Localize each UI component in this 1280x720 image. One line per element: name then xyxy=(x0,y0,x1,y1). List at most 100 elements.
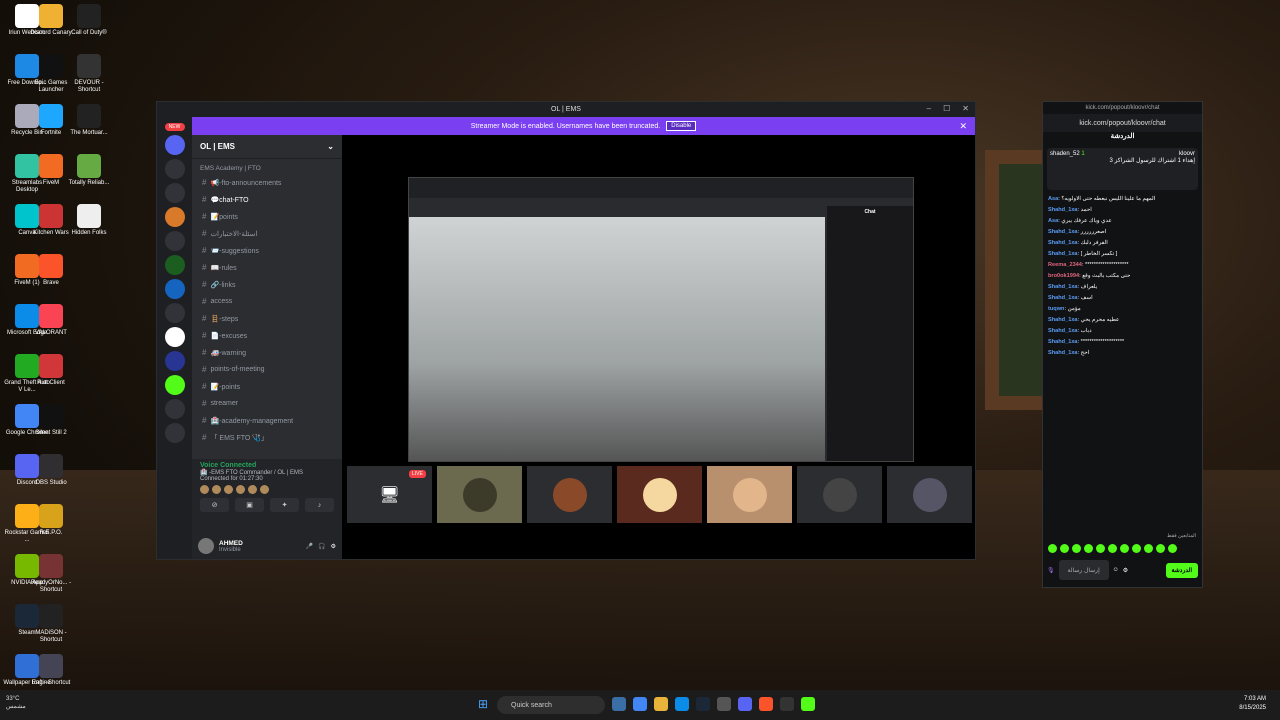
desktop-shortcut[interactable]: The Mortuar... xyxy=(64,104,114,156)
channel-item[interactable]: # streamer xyxy=(192,395,342,412)
server-icon[interactable] xyxy=(164,255,185,275)
chat-username[interactable]: Shahd_1xa xyxy=(1048,207,1078,213)
channel-item[interactable]: # 💬chat-FTO xyxy=(192,191,342,208)
server-icon[interactable] xyxy=(164,207,185,227)
channel-item[interactable]: # 📢-fto-announcements xyxy=(192,174,342,191)
desktop-shortcut[interactable]: Call of Duty® xyxy=(64,4,114,56)
chat-message[interactable]: Shahd_1xa: اصعرررررر xyxy=(1048,227,1197,238)
server-icon[interactable] xyxy=(164,183,185,203)
channel-item[interactable]: # 「 EMS FTO 🩺」 xyxy=(192,429,342,446)
chat-username[interactable]: Shahd_1xa xyxy=(1048,229,1078,235)
channel-item[interactable]: # اسئلة-الاختبارات xyxy=(192,225,342,242)
channel-category[interactable]: EMS Academy | FTO xyxy=(192,159,342,174)
chat-message[interactable]: Shahd_1xa: احمد xyxy=(1048,205,1197,216)
emote-icon[interactable] xyxy=(1060,544,1069,553)
desktop-shortcut[interactable]: Silent Still 2 xyxy=(26,404,76,456)
server-icon[interactable] xyxy=(164,135,185,155)
avatar[interactable] xyxy=(198,538,214,554)
chat-username[interactable]: Asa xyxy=(1048,196,1058,202)
chat-username[interactable]: Shahd_1xa xyxy=(1048,317,1078,323)
desktop-shortcut[interactable]: R.E.P.O. xyxy=(26,504,76,556)
task-view-icon[interactable] xyxy=(612,697,626,711)
clock[interactable]: 7:03 AM 8/15/2025 xyxy=(1239,695,1266,713)
channel-item[interactable]: # 🏥-academy-management xyxy=(192,412,342,429)
chat-message[interactable]: Asa: عدي وياك عرفك يبري xyxy=(1048,216,1197,227)
chat-username[interactable]: Shahd_1xa xyxy=(1048,240,1078,246)
voice-status[interactable]: Voice Connected xyxy=(200,462,334,469)
chat-username[interactable]: Shahd_1xa xyxy=(1048,350,1078,356)
desktop-shortcut[interactable]: Riot Client xyxy=(26,354,76,406)
settings-icon[interactable] xyxy=(717,697,731,711)
participant-tile[interactable] xyxy=(797,466,882,523)
weather-widget[interactable]: 33°C مشمس xyxy=(6,695,26,711)
desktop-shortcut[interactable]: MADiSON - Shortcut xyxy=(26,604,76,656)
chat-message[interactable]: Shahd_1xa: اسف xyxy=(1048,293,1197,304)
maximize-icon[interactable]: ☐ xyxy=(943,104,950,113)
chat-username[interactable]: Reema_2344 xyxy=(1048,262,1082,268)
chat-send-button[interactable]: الدردشة xyxy=(1165,562,1198,578)
activity-icon[interactable]: ✦ xyxy=(270,498,299,512)
chat-username[interactable]: bro0ok1994 xyxy=(1048,273,1079,279)
emote-icon[interactable] xyxy=(1120,544,1129,553)
desktop-shortcut[interactable]: DEVOUR - Shortcut xyxy=(64,54,114,106)
brave-icon[interactable] xyxy=(759,697,773,711)
emote-icon[interactable] xyxy=(1048,544,1057,553)
screen-share-view[interactable]: Chat xyxy=(408,177,914,462)
server-icon[interactable] xyxy=(164,279,185,299)
settings-icon[interactable]: ⚙ xyxy=(1123,567,1128,574)
server-header[interactable]: OL | EMS ⌄ xyxy=(192,135,342,159)
channel-item[interactable]: # points-of-meeting xyxy=(192,361,342,378)
chat-username[interactable]: tuqwn xyxy=(1048,306,1064,312)
chat-username[interactable]: Shahd_1xa xyxy=(1048,251,1078,257)
server-icon[interactable] xyxy=(164,231,185,251)
chat-username[interactable]: Shahd_1xa xyxy=(1048,284,1078,290)
emote-icon[interactable] xyxy=(1168,544,1177,553)
camera-off-icon[interactable]: ⊘ xyxy=(200,498,229,512)
close-icon[interactable]: ✕ xyxy=(959,121,967,132)
microphone-icon[interactable]: 🎙 xyxy=(1047,567,1055,574)
emoji-icon[interactable]: ☺ xyxy=(1113,567,1119,573)
chat-message[interactable]: Reema_2344: ******************** xyxy=(1048,260,1197,271)
explorer-icon[interactable] xyxy=(654,697,668,711)
chat-message[interactable]: Shahd_1xa: عطيه محرم يحي xyxy=(1048,315,1197,326)
channel-item[interactable]: # 📝-points xyxy=(192,378,342,395)
participant-tile[interactable] xyxy=(527,466,612,523)
desktop-shortcut[interactable]: OBS Studio xyxy=(26,454,76,506)
emote-icon[interactable] xyxy=(1132,544,1141,553)
desktop-shortcut[interactable]: Totally Reliab... xyxy=(64,154,114,206)
participant-tile[interactable] xyxy=(617,466,702,523)
discord-icon[interactable] xyxy=(738,697,752,711)
close-icon[interactable]: ✕ xyxy=(962,104,969,113)
server-icon[interactable] xyxy=(164,303,185,323)
participant-tile[interactable] xyxy=(437,466,522,523)
channel-item[interactable]: # 🔗-links xyxy=(192,276,342,293)
chrome-icon[interactable] xyxy=(633,697,647,711)
desktop-shortcut[interactable]: Hidden Folks xyxy=(64,204,114,256)
chat-input[interactable]: إرسال رسالة xyxy=(1058,560,1109,580)
emote-icon[interactable] xyxy=(1096,544,1105,553)
chat-message[interactable]: Shahd_1xa: ******************** xyxy=(1048,337,1197,348)
emote-icon[interactable] xyxy=(1108,544,1117,553)
emote-icon[interactable] xyxy=(1072,544,1081,553)
server-icon[interactable] xyxy=(164,351,185,371)
discover-icon[interactable] xyxy=(164,423,185,443)
chat-username[interactable]: Shahd_1xa xyxy=(1048,295,1078,301)
server-icon[interactable] xyxy=(164,159,185,179)
search-box[interactable]: Quick search xyxy=(497,696,605,714)
participant-tile[interactable] xyxy=(887,466,972,523)
chat-username[interactable]: Shahd_1xa xyxy=(1048,339,1078,345)
soundboard-icon[interactable]: ♪ xyxy=(305,498,334,512)
screen-share-icon[interactable]: ▣ xyxy=(235,498,264,512)
channel-item[interactable]: # 🪜-steps xyxy=(192,310,342,327)
chat-message[interactable]: bro0ok1994: حتى مكتب بالبث وقع xyxy=(1048,271,1197,282)
emote-icon[interactable] xyxy=(1156,544,1165,553)
disable-button[interactable]: Disable xyxy=(666,121,697,131)
channel-item[interactable]: # 📄-excuses xyxy=(192,327,342,344)
gear-icon[interactable]: ⚙ xyxy=(331,543,336,550)
desktop-shortcut[interactable]: ReadyOrNo... - Shortcut xyxy=(26,554,76,606)
add-server-icon[interactable] xyxy=(164,399,185,419)
chat-message[interactable]: Asa: المهم ما علينا الليس نبعطه حتى الاو… xyxy=(1048,194,1197,205)
server-icon[interactable] xyxy=(164,327,185,347)
channel-item[interactable]: # access xyxy=(192,293,342,310)
kick-icon[interactable] xyxy=(801,697,815,711)
